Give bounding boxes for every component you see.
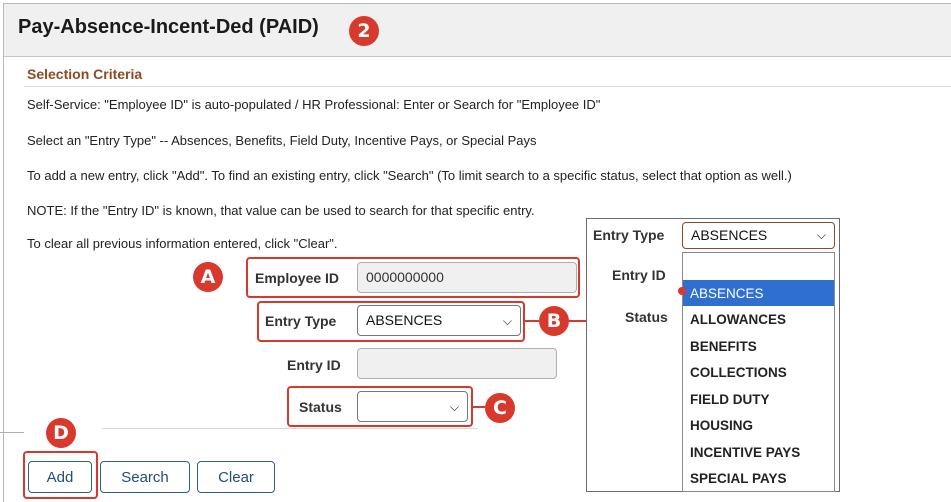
instruction-line: Select an "Entry Type" -- Absences, Bene… xyxy=(27,133,537,148)
option-housing[interactable]: HOUSING xyxy=(683,412,834,438)
add-button[interactable]: Add xyxy=(28,461,92,493)
option-benefits[interactable]: BENEFITS xyxy=(683,333,834,359)
inset-entry-id-label: Entry ID xyxy=(612,267,666,283)
entry-id-field[interactable] xyxy=(357,348,557,379)
option-incentive-pays[interactable]: INCENTIVE PAYS xyxy=(683,439,834,465)
section-heading: Selection Criteria xyxy=(27,66,143,82)
inset-status-label: Status xyxy=(625,309,668,325)
entry-type-options-list: ABSENCES ALLOWANCES BENEFITS COLLECTIONS… xyxy=(682,252,835,492)
inset-entry-type-value: ABSENCES xyxy=(691,227,768,243)
title-bar: Pay-Absence-Incent-Ded (PAID) xyxy=(4,4,951,57)
option-absences[interactable]: ABSENCES xyxy=(683,280,834,306)
entry-id-label: Entry ID xyxy=(287,357,341,373)
entry-type-label: Entry Type xyxy=(265,313,337,329)
instruction-line: NOTE: If the "Entry ID" is known, that v… xyxy=(27,203,535,218)
status-label: Status xyxy=(299,399,342,415)
option-collections[interactable]: COLLECTIONS xyxy=(683,359,834,385)
callout-c-connector xyxy=(473,406,485,408)
instruction-line: To clear all previous information entere… xyxy=(27,236,338,251)
instruction-line: Self-Service: "Employee ID" is auto-popu… xyxy=(27,97,601,112)
inset-entry-type-select[interactable]: ABSENCES ⌵ xyxy=(682,222,835,249)
form-divider xyxy=(102,428,478,429)
inset-entry-type-label: Entry Type xyxy=(593,227,665,243)
entry-type-select-value: ABSENCES xyxy=(366,312,443,328)
employee-id-field[interactable]: 0000000000 xyxy=(357,262,577,293)
clear-button[interactable]: Clear xyxy=(197,461,275,493)
entry-type-dropdown-inset: Entry Type ABSENCES ⌵ Entry ID Status AB… xyxy=(586,218,840,492)
entry-type-select[interactable]: ABSENCES ⌵ xyxy=(357,305,521,336)
search-button[interactable]: Search xyxy=(100,461,190,493)
chevron-down-icon: ⌵ xyxy=(449,400,459,414)
option-special-pays[interactable]: SPECIAL PAYS xyxy=(683,465,834,491)
option-field-duty[interactable]: FIELD DUTY xyxy=(683,386,834,412)
callout-b-connector-dot xyxy=(678,287,686,295)
callout-a-badge: A xyxy=(193,262,223,292)
section-divider xyxy=(24,86,951,87)
callout-d-badge: D xyxy=(46,418,76,448)
step-badge: 2 xyxy=(349,16,379,46)
employee-id-label: Employee ID xyxy=(255,270,340,286)
page-title: Pay-Absence-Incent-Ded (PAID) xyxy=(18,16,319,38)
callout-b-connector xyxy=(525,320,539,322)
left-divider xyxy=(0,432,24,433)
callout-b-badge: B xyxy=(539,306,569,336)
chevron-down-icon: ⌵ xyxy=(816,228,826,242)
callout-c-badge: C xyxy=(485,393,515,423)
chevron-down-icon: ⌵ xyxy=(502,314,512,328)
option-allowances[interactable]: ALLOWANCES xyxy=(683,306,834,332)
instruction-line: To add a new entry, click "Add". To find… xyxy=(27,168,792,183)
status-select[interactable]: ⌵ xyxy=(357,391,468,422)
